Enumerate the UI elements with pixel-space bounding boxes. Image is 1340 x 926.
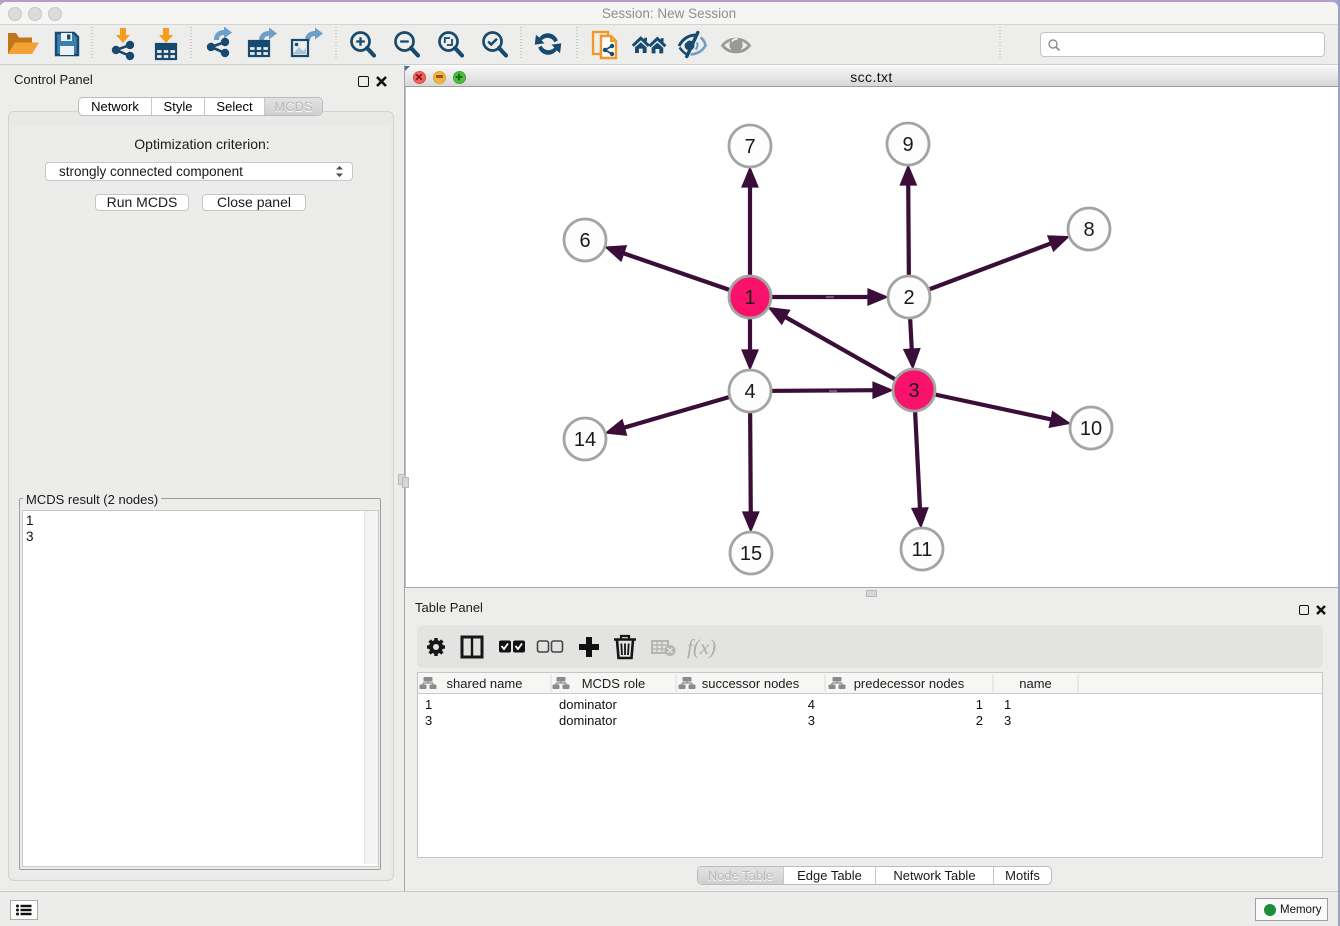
svg-text:9: 9 [902, 134, 913, 156]
svg-text:10: 10 [1080, 418, 1102, 440]
svg-text:11: 11 [912, 539, 933, 561]
svg-text:1: 1 [744, 287, 755, 309]
svg-text:4: 4 [744, 381, 755, 403]
svg-text:14: 14 [574, 429, 596, 451]
svg-text:f(x): f(x) [687, 635, 716, 659]
svg-text:15: 15 [740, 543, 762, 565]
svg-text:2: 2 [903, 287, 914, 309]
svg-text:3: 3 [908, 380, 919, 402]
svg-text:7: 7 [744, 136, 755, 158]
svg-text:8: 8 [1083, 219, 1094, 241]
svg-text:6: 6 [579, 230, 590, 252]
